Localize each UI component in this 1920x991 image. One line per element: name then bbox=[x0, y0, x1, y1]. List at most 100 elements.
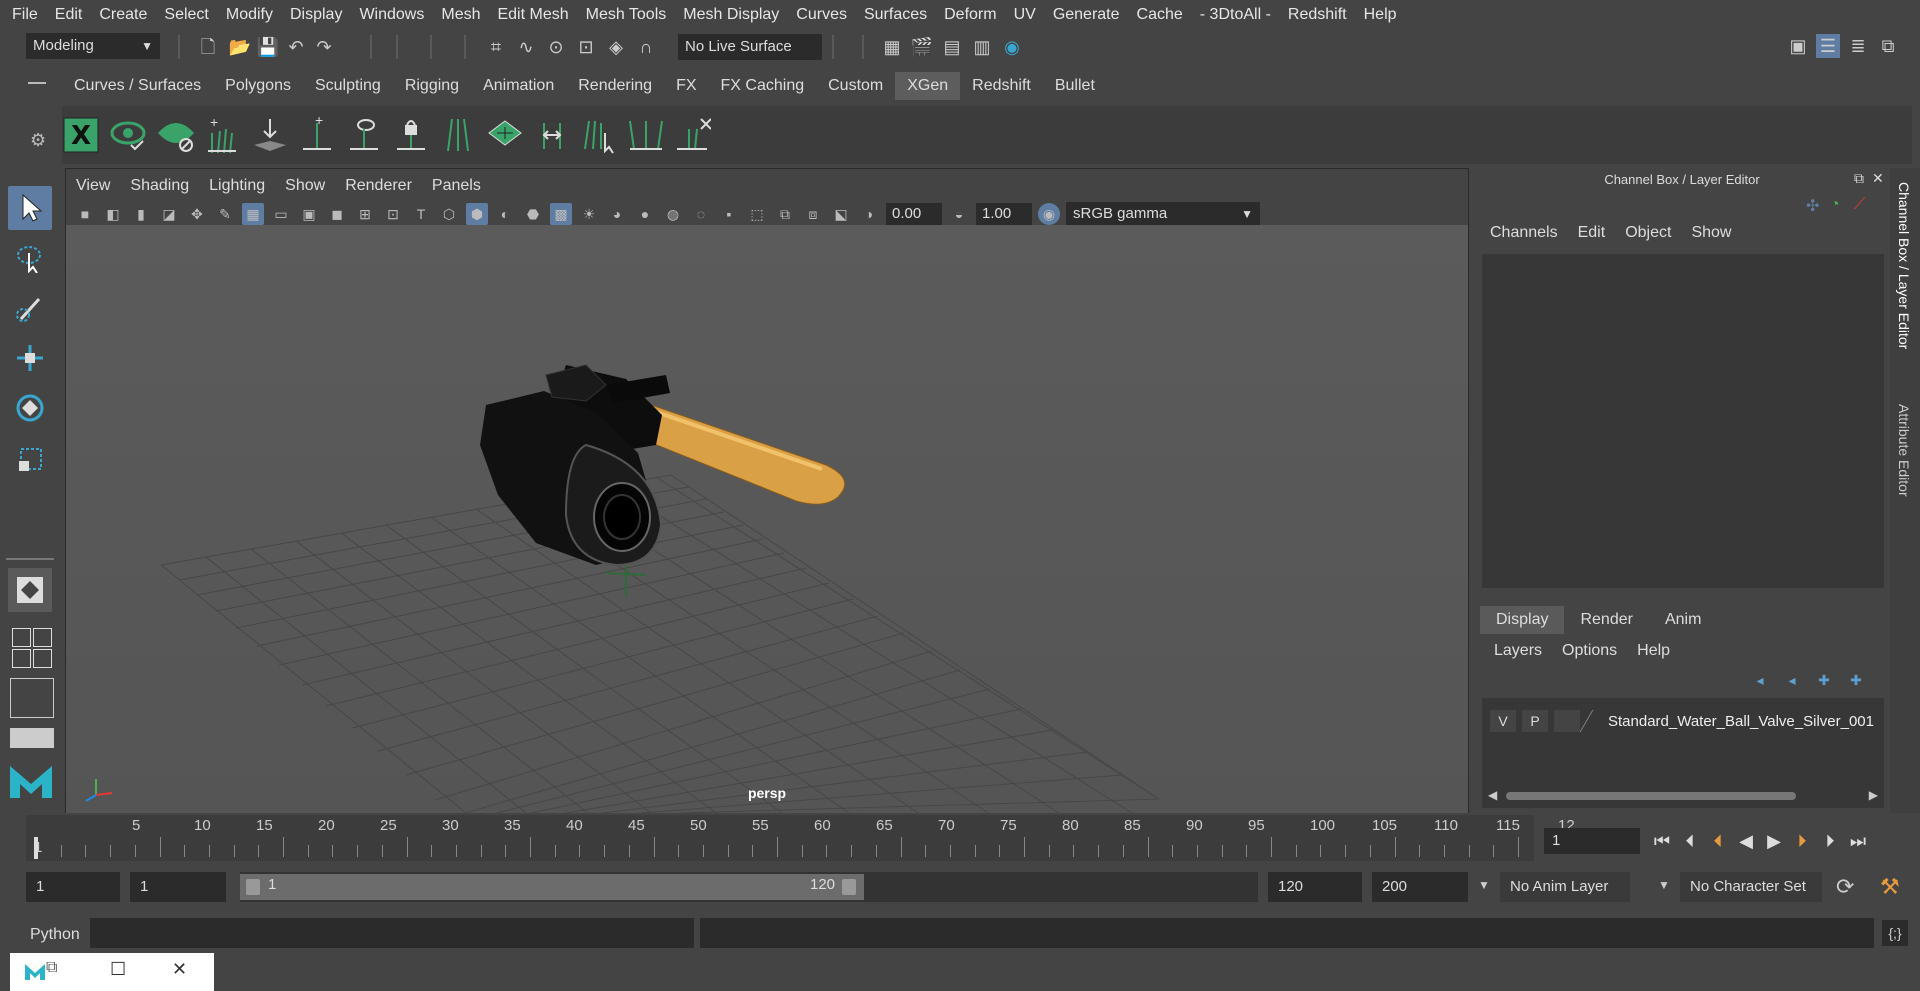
redo-icon[interactable]: ↷ bbox=[312, 35, 336, 59]
character-set-dropdown[interactable]: No Character Set bbox=[1680, 872, 1822, 902]
menu-file[interactable]: File bbox=[0, 6, 38, 24]
panel-menu-shading[interactable]: Shading bbox=[130, 177, 189, 195]
menu-mesh[interactable]: Mesh bbox=[429, 6, 480, 24]
two-d-pan-zoom-icon[interactable]: ✥ bbox=[186, 203, 208, 225]
xgen-clear-preview-icon[interactable] bbox=[156, 113, 194, 157]
scale-tool-icon[interactable] bbox=[8, 436, 52, 480]
tool-settings-toggle-icon[interactable]: ⧉ bbox=[1876, 34, 1900, 58]
step-forward-frame-icon[interactable]: ⏵ bbox=[1816, 828, 1844, 854]
menu-redshift[interactable]: Redshift bbox=[1276, 6, 1347, 24]
safe-action-icon[interactable]: ⊡ bbox=[382, 203, 404, 225]
new-layer-icon[interactable]: ✚ bbox=[1812, 668, 1836, 692]
safe-title-icon[interactable]: T bbox=[410, 203, 432, 225]
live-surface-field[interactable]: No Live Surface bbox=[678, 34, 822, 60]
command-input[interactable] bbox=[90, 918, 694, 948]
auto-key-icon[interactable]: ⟳ bbox=[1836, 874, 1854, 900]
object-menu[interactable]: Object bbox=[1625, 224, 1671, 242]
mode-dropdown[interactable]: Modeling ▼ bbox=[26, 33, 160, 59]
snap-point-icon[interactable]: ⊙ bbox=[544, 35, 568, 59]
menu-cache[interactable]: Cache bbox=[1125, 6, 1183, 24]
channel-box-toggle-icon[interactable]: ☰ bbox=[1816, 34, 1840, 58]
exposure-field[interactable]: 0.00 bbox=[886, 203, 942, 225]
tab-rendering[interactable]: Rendering bbox=[566, 72, 664, 100]
step-back-key-icon[interactable]: ⏴ bbox=[1704, 828, 1732, 854]
xray-components-icon[interactable]: ⬕ bbox=[830, 203, 852, 225]
panel-menu-renderer[interactable]: Renderer bbox=[345, 177, 412, 195]
anim-layer-dropdown[interactable]: No Anim Layer bbox=[1500, 872, 1630, 902]
restore-icon[interactable]: ⧉ bbox=[46, 959, 57, 977]
go-to-end-icon[interactable]: ⏭ bbox=[1844, 828, 1872, 854]
scrollbar-thumb[interactable] bbox=[1506, 792, 1796, 800]
magnet-icon[interactable]: ∩ bbox=[634, 35, 658, 59]
play-forwards-icon[interactable]: ▶ bbox=[1760, 828, 1788, 854]
grease-pencil-icon[interactable]: ✎ bbox=[214, 203, 236, 225]
camera-attributes-icon[interactable]: ◧ bbox=[102, 203, 124, 225]
range-end-handle[interactable] bbox=[842, 879, 856, 895]
anim-end-field[interactable]: 120 bbox=[1268, 872, 1362, 902]
layer-playback-toggle[interactable]: P bbox=[1522, 710, 1548, 732]
guide-groom-icon[interactable] bbox=[626, 113, 664, 157]
layer-color-swatch[interactable] bbox=[1579, 710, 1611, 732]
open-scene-icon[interactable]: 📂 bbox=[228, 35, 252, 59]
layer-row[interactable]: V P Standard_Water_Ball_Valve_Silver_001 bbox=[1490, 710, 1874, 732]
render-frame-icon[interactable]: 🎬 bbox=[910, 35, 934, 59]
chevron-down-icon[interactable]: ▼ bbox=[1478, 878, 1490, 892]
script-editor-icon[interactable]: {;} bbox=[1882, 920, 1908, 946]
manipulator-icon[interactable]: ✣ bbox=[1806, 196, 1819, 216]
add-or-move-guides-icon[interactable]: + bbox=[297, 113, 335, 157]
lasso-tool-icon[interactable] bbox=[8, 236, 52, 280]
current-frame-field[interactable]: 1 bbox=[1544, 828, 1640, 854]
tab-redshift[interactable]: Redshift bbox=[960, 72, 1043, 100]
tab-render[interactable]: Render bbox=[1564, 606, 1648, 634]
start-time-field[interactable]: 1 bbox=[26, 872, 120, 902]
modeling-toolkit-icon[interactable]: ▣ bbox=[1786, 34, 1810, 58]
time-slider[interactable]: 1 5 10 15 20 25 30 35 40 45 50 55 60 65 70 75 80 85 90 95 10… bbox=[26, 815, 1575, 861]
move-layer-down-icon[interactable]: ◂ bbox=[1780, 668, 1804, 692]
ambient-occlusion-icon[interactable]: ● bbox=[634, 203, 656, 225]
outliner-layout-icon[interactable] bbox=[10, 678, 54, 718]
ipr-render-icon[interactable]: ▤ bbox=[940, 35, 964, 59]
maximize-icon[interactable]: ☐ bbox=[110, 959, 126, 980]
options-menu[interactable]: Options bbox=[1562, 642, 1617, 660]
bookmark-icon[interactable]: ▮ bbox=[130, 203, 152, 225]
menu-mesh-tools[interactable]: Mesh Tools bbox=[574, 6, 667, 24]
field-chart-icon[interactable]: ⊞ bbox=[354, 203, 376, 225]
exposure-icon[interactable]: ◑ bbox=[858, 203, 880, 225]
add-guide-icon[interactable]: + bbox=[203, 113, 241, 157]
range-slider[interactable]: 1 120 bbox=[240, 872, 1258, 902]
attribute-editor-toggle-icon[interactable]: ≣ bbox=[1846, 34, 1870, 58]
scroll-right-icon[interactable]: ▶ bbox=[1869, 788, 1878, 802]
range-slider-bar-fill[interactable] bbox=[240, 874, 864, 900]
guide-groom-select-icon[interactable] bbox=[579, 113, 617, 157]
menu-create[interactable]: Create bbox=[87, 6, 147, 24]
place-guide-icon[interactable] bbox=[250, 113, 288, 157]
menu-select[interactable]: Select bbox=[152, 6, 208, 24]
gamma-field[interactable]: 1.00 bbox=[976, 203, 1032, 225]
isolate-select-icon[interactable]: ⬚ bbox=[746, 203, 768, 225]
film-gate-icon[interactable]: ▭ bbox=[270, 203, 292, 225]
view-transform-dropdown[interactable]: sRGB gamma ▼ bbox=[1066, 202, 1260, 226]
3d-viewport[interactable]: persp bbox=[66, 225, 1468, 813]
rotate-tool-icon[interactable] bbox=[8, 386, 52, 430]
snap-grid-icon[interactable]: ⌗ bbox=[484, 35, 508, 59]
tab-fx-caching[interactable]: FX Caching bbox=[709, 72, 817, 100]
color-management-toggle-icon[interactable]: ◉ bbox=[1038, 203, 1060, 225]
single-perspective-layout-icon[interactable] bbox=[8, 568, 52, 612]
menu-help[interactable]: Help bbox=[1352, 6, 1397, 24]
render-view-icon[interactable]: ▥ bbox=[970, 35, 994, 59]
gear-icon[interactable]: ⚙ bbox=[30, 130, 46, 151]
xgen-preview-icon[interactable] bbox=[109, 113, 147, 157]
script-language-label[interactable]: Python bbox=[30, 926, 80, 944]
convert-guides-icon[interactable] bbox=[673, 113, 711, 157]
speed-icon[interactable]: ◔ bbox=[1830, 196, 1840, 214]
save-scene-icon[interactable]: 💾 bbox=[256, 35, 280, 59]
menu-windows[interactable]: Windows bbox=[347, 6, 424, 24]
attribute-editor-side-tab[interactable]: Attribute Editor bbox=[1896, 404, 1912, 497]
step-forward-key-icon[interactable]: ⏵ bbox=[1788, 828, 1816, 854]
render-settings-icon[interactable]: ▦ bbox=[880, 35, 904, 59]
go-to-start-icon[interactable]: ⏮ bbox=[1648, 828, 1676, 854]
menu-uv[interactable]: UV bbox=[1002, 6, 1036, 24]
layer-name[interactable]: Standard_Water_Ball_Valve_Silver_001 bbox=[1608, 713, 1874, 730]
tab-bullet[interactable]: Bullet bbox=[1043, 72, 1107, 100]
xgen-window-icon[interactable]: X bbox=[62, 113, 100, 157]
